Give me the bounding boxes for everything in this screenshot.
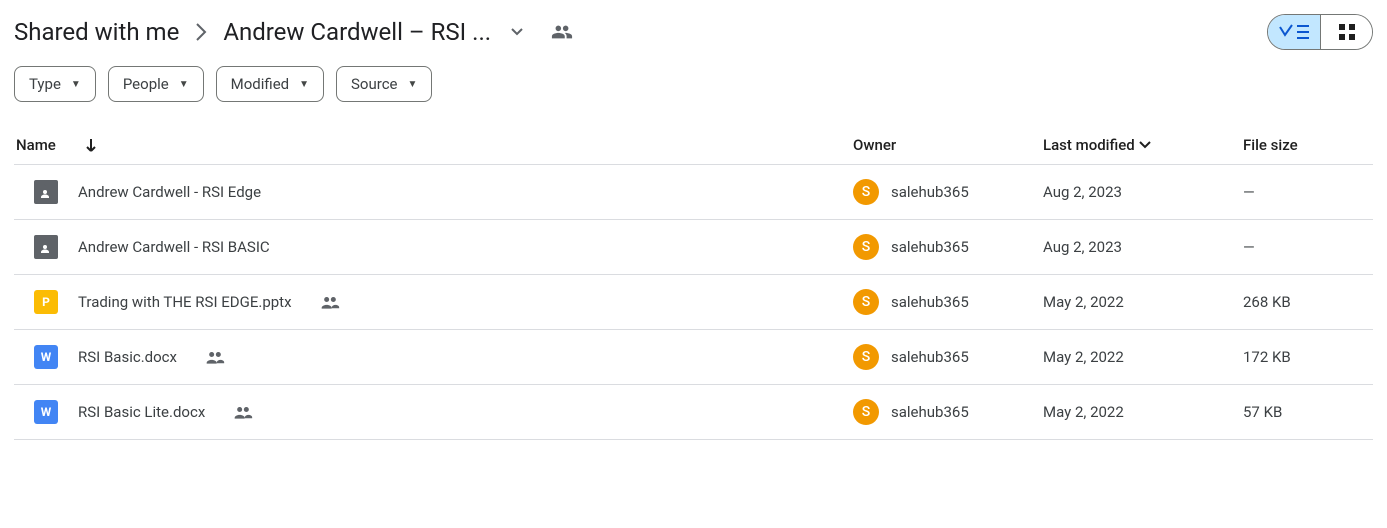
shared-icon	[320, 295, 340, 309]
file-size: —	[1243, 238, 1255, 256]
filter-label: People	[123, 75, 169, 93]
column-name-header[interactable]: Name	[16, 136, 56, 154]
table-row[interactable]: P Trading with THE RSI EDGE.pptx Ssalehub3…	[14, 275, 1373, 330]
filter-label: Source	[351, 75, 397, 93]
modified-date: Aug 2, 2023	[1043, 183, 1122, 201]
owner-name: salehub365	[891, 238, 969, 256]
modified-date: May 2, 2022	[1043, 348, 1124, 366]
shared-icon	[205, 350, 225, 364]
filter-type[interactable]: Type ▼	[14, 66, 96, 102]
filter-row: Type ▼ People ▼ Modified ▼ Source ▼	[14, 66, 1373, 126]
filter-people[interactable]: People ▼	[108, 66, 204, 102]
view-toggle	[1267, 14, 1373, 50]
owner-avatar: S	[853, 179, 879, 205]
file-size: —	[1243, 183, 1255, 201]
caret-down-icon: ▼	[408, 79, 418, 90]
table-row[interactable]: Andrew Cardwell - RSI Edge Ssalehub365 Aug…	[14, 165, 1373, 220]
header-row: Shared with me Andrew Cardwell – RSI ...	[14, 10, 1373, 66]
powerpoint-icon: P	[34, 290, 58, 314]
sort-arrow-icon[interactable]	[84, 138, 98, 152]
chevron-right-icon	[195, 22, 207, 42]
grid-view-button[interactable]	[1320, 15, 1372, 49]
breadcrumb: Shared with me Andrew Cardwell – RSI ...	[14, 18, 573, 46]
column-owner-header[interactable]: Owner	[853, 136, 1043, 154]
owner-name: salehub365	[891, 348, 969, 366]
caret-down-icon: ▼	[299, 79, 309, 90]
filter-label: Type	[29, 75, 61, 93]
filter-modified[interactable]: Modified ▼	[216, 66, 324, 102]
owner-avatar: S	[853, 399, 879, 425]
file-size: 57 KB	[1243, 403, 1282, 421]
table-row[interactable]: Andrew Cardwell - RSI BASIC Ssalehub365 Au…	[14, 220, 1373, 275]
file-name: RSI Basic.docx	[78, 348, 177, 366]
list-view-button[interactable]	[1268, 15, 1320, 49]
owner-name: salehub365	[891, 403, 969, 421]
folder-dropdown-caret[interactable]	[511, 28, 523, 36]
file-name: RSI Basic Lite.docx	[78, 403, 205, 421]
owner-name: salehub365	[891, 293, 969, 311]
caret-down-icon[interactable]	[1139, 141, 1151, 149]
breadcrumb-current[interactable]: Andrew Cardwell – RSI ...	[223, 18, 491, 46]
breadcrumb-root[interactable]: Shared with me	[14, 18, 179, 46]
word-icon: W	[34, 400, 58, 424]
modified-date: Aug 2, 2023	[1043, 238, 1122, 256]
people-icon[interactable]	[551, 21, 573, 43]
shared-icon	[233, 405, 253, 419]
caret-down-icon: ▼	[71, 79, 81, 90]
file-size: 268 KB	[1243, 293, 1291, 311]
file-name: Andrew Cardwell - RSI BASIC	[78, 238, 270, 256]
modified-date: May 2, 2022	[1043, 293, 1124, 311]
folder-shared-icon	[34, 235, 58, 259]
table-row[interactable]: W RSI Basic.docx Ssalehub365 May 2, 2022 172…	[14, 330, 1373, 385]
modified-date: May 2, 2022	[1043, 403, 1124, 421]
file-name: Trading with THE RSI EDGE.pptx	[78, 293, 292, 311]
column-modified-header[interactable]: Last modified	[1043, 136, 1135, 154]
caret-down-icon: ▼	[179, 79, 189, 90]
owner-avatar: S	[853, 344, 879, 370]
table-header: Name Owner Last modified File size	[14, 126, 1373, 165]
folder-shared-icon	[34, 180, 58, 204]
owner-name: salehub365	[891, 183, 969, 201]
filter-label: Modified	[231, 75, 289, 93]
file-size: 172 KB	[1243, 348, 1291, 366]
file-name: Andrew Cardwell - RSI Edge	[78, 183, 261, 201]
column-size-header[interactable]: File size	[1243, 136, 1373, 154]
filter-source[interactable]: Source ▼	[336, 66, 432, 102]
table-row[interactable]: W RSI Basic Lite.docx Ssalehub365 May 2, 20…	[14, 385, 1373, 440]
word-icon: W	[34, 345, 58, 369]
owner-avatar: S	[853, 234, 879, 260]
owner-avatar: S	[853, 289, 879, 315]
